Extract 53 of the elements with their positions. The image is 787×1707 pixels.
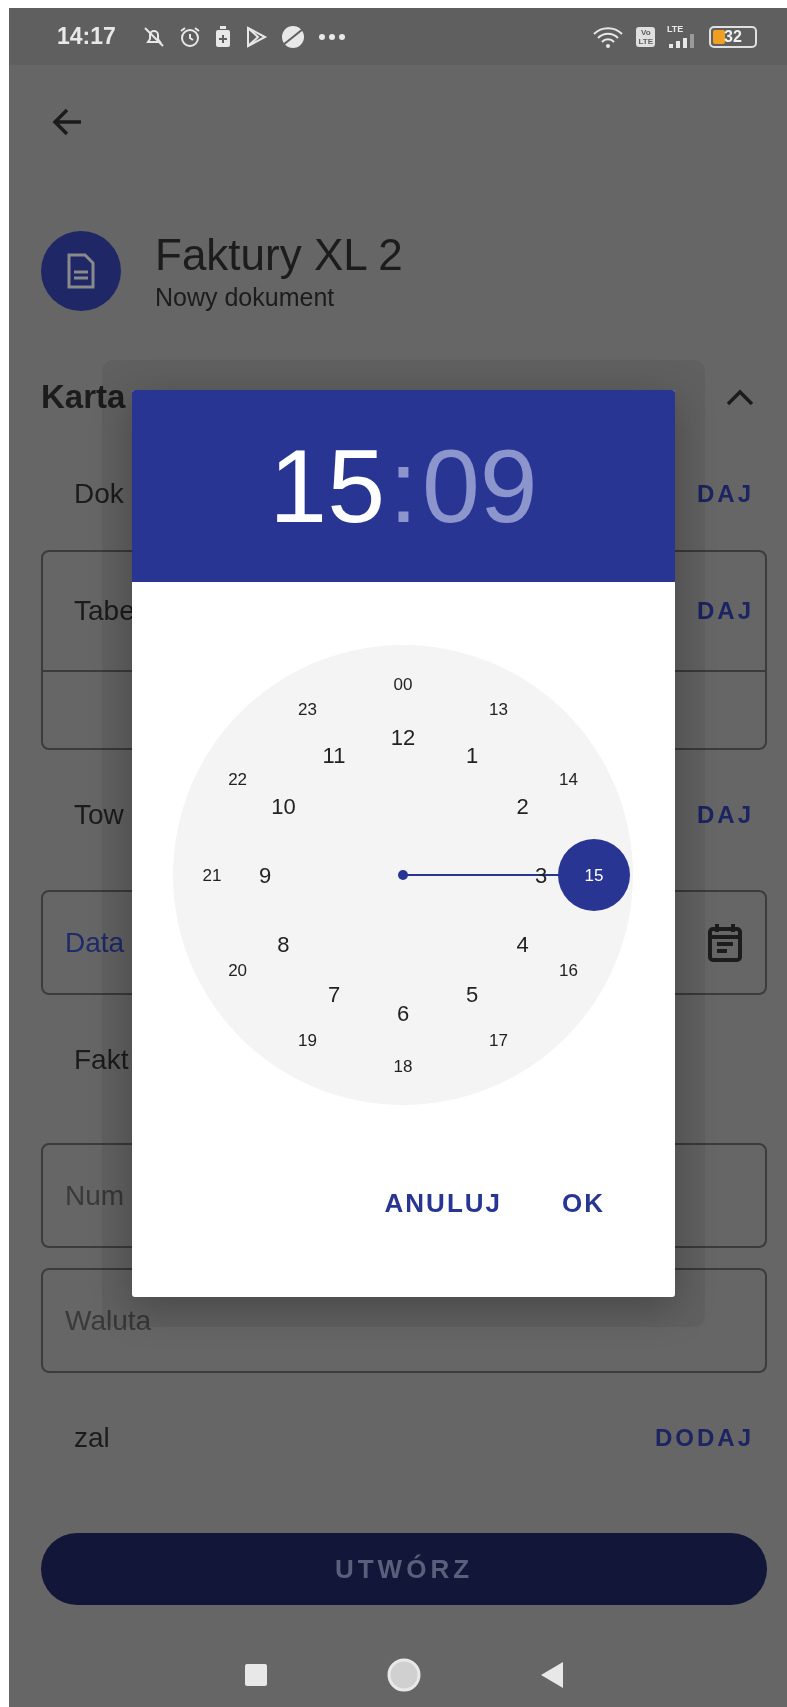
clock-number[interactable]: 20 bbox=[228, 961, 248, 980]
clock-number[interactable]: 6 bbox=[396, 1000, 410, 1026]
group-label: Tabe bbox=[74, 594, 135, 628]
volte-badge: Vo LTE bbox=[636, 26, 655, 47]
muted-bell-icon bbox=[141, 24, 166, 49]
clock-number[interactable]: 22 bbox=[228, 770, 248, 789]
chevron-icon[interactable] bbox=[725, 387, 755, 407]
status-time: 14:17 bbox=[57, 22, 116, 52]
network-type: LTE bbox=[667, 25, 685, 34]
document-icon bbox=[66, 253, 96, 289]
clock-number[interactable]: 2 bbox=[516, 793, 529, 819]
clock-number[interactable]: 1 bbox=[465, 743, 479, 768]
clock-number[interactable]: 15 bbox=[584, 865, 604, 885]
minute-display[interactable]: 09 bbox=[421, 434, 538, 538]
clock-number[interactable]: 5 bbox=[465, 982, 479, 1007]
clock-number[interactable]: 9 bbox=[258, 862, 272, 888]
row-label: Dok bbox=[74, 477, 124, 511]
clock-number[interactable]: 23 bbox=[298, 700, 317, 720]
row-label: Tow bbox=[74, 798, 124, 832]
clock-number[interactable]: 7 bbox=[327, 982, 341, 1007]
more-dots-icon bbox=[317, 32, 346, 41]
clock-number[interactable]: 19 bbox=[298, 1030, 317, 1050]
clock-number[interactable]: 18 bbox=[393, 1056, 413, 1076]
circle-icon[interactable] bbox=[386, 1657, 422, 1693]
row-label: Fakt bbox=[74, 1043, 129, 1077]
clock-number[interactable]: 13 bbox=[489, 700, 508, 720]
battery-plus-icon bbox=[213, 24, 232, 49]
clock-number[interactable]: 12 bbox=[390, 724, 416, 750]
clock-face[interactable] bbox=[173, 645, 633, 1105]
back-triangle-icon[interactable] bbox=[540, 1661, 564, 1689]
clock-number[interactable]: 17 bbox=[489, 1030, 508, 1050]
app-title: Faktury XL 2 bbox=[155, 230, 403, 280]
clock-hand[interactable] bbox=[398, 839, 630, 911]
signal-bars-icon bbox=[667, 34, 697, 48]
clock-number[interactable]: 4 bbox=[516, 931, 529, 957]
clock-number[interactable]: 16 bbox=[558, 961, 578, 980]
row-label: zal bbox=[74, 1421, 110, 1455]
section-title: Karta bbox=[41, 377, 126, 418]
calendar-icon bbox=[707, 922, 743, 963]
dialog-button[interactable]: OK bbox=[552, 1178, 615, 1229]
app-subtitle: Nowy dokument bbox=[155, 282, 336, 312]
clock-number[interactable]: 10 bbox=[271, 793, 296, 819]
clock-number[interactable]: 21 bbox=[202, 865, 222, 885]
hour-display[interactable]: 15 bbox=[269, 434, 386, 538]
wifi-icon bbox=[592, 24, 625, 49]
clock-number[interactable]: 00 bbox=[393, 674, 413, 694]
time-separator: : bbox=[389, 434, 418, 538]
clock-number[interactable]: 14 bbox=[558, 770, 578, 789]
planet-icon bbox=[279, 23, 306, 50]
clock-number[interactable]: 11 bbox=[322, 743, 346, 768]
clock-number[interactable]: 8 bbox=[277, 931, 290, 957]
square-icon[interactable] bbox=[244, 1663, 268, 1687]
dialog-button[interactable]: ANULUJ bbox=[374, 1178, 512, 1229]
